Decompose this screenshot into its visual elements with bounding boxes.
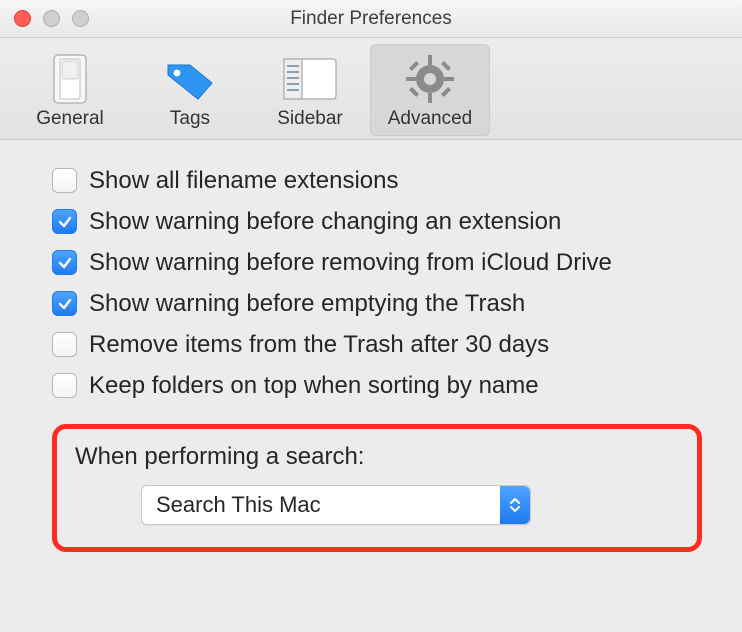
option-warn-empty-trash[interactable]: Show warning before emptying the Trash	[52, 291, 702, 316]
gear-icon	[404, 50, 456, 108]
checkbox[interactable]	[52, 373, 77, 398]
option-label: Remove items from the Trash after 30 day…	[89, 333, 549, 357]
toolbar: General Tags Sidebar	[0, 38, 742, 140]
checkbox[interactable]	[52, 332, 77, 357]
chevron-up-down-icon	[500, 486, 530, 524]
option-warn-icloud-remove[interactable]: Show warning before removing from iCloud…	[52, 250, 702, 275]
close-button[interactable]	[14, 10, 31, 27]
checkbox[interactable]	[52, 291, 77, 316]
switch-icon	[50, 50, 90, 108]
tab-sidebar-label: Sidebar	[277, 108, 343, 130]
content-area: Show all filename extensions Show warnin…	[0, 140, 742, 580]
checkbox[interactable]	[52, 209, 77, 234]
option-label: Show warning before changing an extensio…	[89, 210, 561, 234]
tab-general-label: General	[36, 108, 104, 130]
window-controls	[0, 10, 89, 27]
tab-general[interactable]: General	[10, 44, 130, 136]
tab-advanced-label: Advanced	[388, 108, 473, 130]
tag-icon	[162, 50, 218, 108]
tab-advanced[interactable]: Advanced	[370, 44, 490, 136]
option-label: Show all filename extensions	[89, 169, 399, 193]
option-label: Keep folders on top when sorting by name	[89, 374, 539, 398]
search-section-label: When performing a search:	[75, 443, 679, 471]
tab-tags[interactable]: Tags	[130, 44, 250, 136]
maximize-button[interactable]	[72, 10, 89, 27]
search-scope-value: Search This Mac	[156, 492, 321, 518]
option-label: Show warning before removing from iCloud…	[89, 251, 612, 275]
option-label: Show warning before emptying the Trash	[89, 292, 525, 316]
window-title: Finder Preferences	[0, 8, 742, 30]
checkbox[interactable]	[52, 168, 77, 193]
minimize-button[interactable]	[43, 10, 60, 27]
option-folders-on-top[interactable]: Keep folders on top when sorting by name	[52, 373, 702, 398]
search-section-highlight: When performing a search: Search This Ma…	[52, 424, 702, 552]
option-remove-30days[interactable]: Remove items from the Trash after 30 day…	[52, 332, 702, 357]
option-show-extensions[interactable]: Show all filename extensions	[52, 168, 702, 193]
titlebar: Finder Preferences	[0, 0, 742, 38]
search-scope-popup[interactable]: Search This Mac	[141, 485, 531, 525]
tab-sidebar[interactable]: Sidebar	[250, 44, 370, 136]
option-warn-ext-change[interactable]: Show warning before changing an extensio…	[52, 209, 702, 234]
tab-tags-label: Tags	[170, 108, 210, 130]
sidebar-icon	[283, 50, 337, 108]
checkbox[interactable]	[52, 250, 77, 275]
